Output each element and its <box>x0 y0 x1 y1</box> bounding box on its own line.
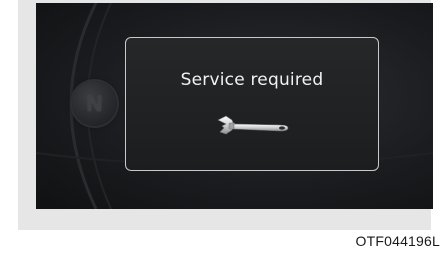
gear-letter: N <box>86 91 103 116</box>
gear-position-indicator: N <box>72 81 117 126</box>
figure: N Service required OTF044196L <box>0 0 448 255</box>
service-message-text: Service required <box>180 70 324 90</box>
wrench-icon <box>217 115 289 135</box>
figure-code-label: OTF044196L <box>355 233 440 249</box>
service-message-box: Service required <box>125 37 379 171</box>
instrument-cluster-display: N Service required <box>36 3 433 209</box>
